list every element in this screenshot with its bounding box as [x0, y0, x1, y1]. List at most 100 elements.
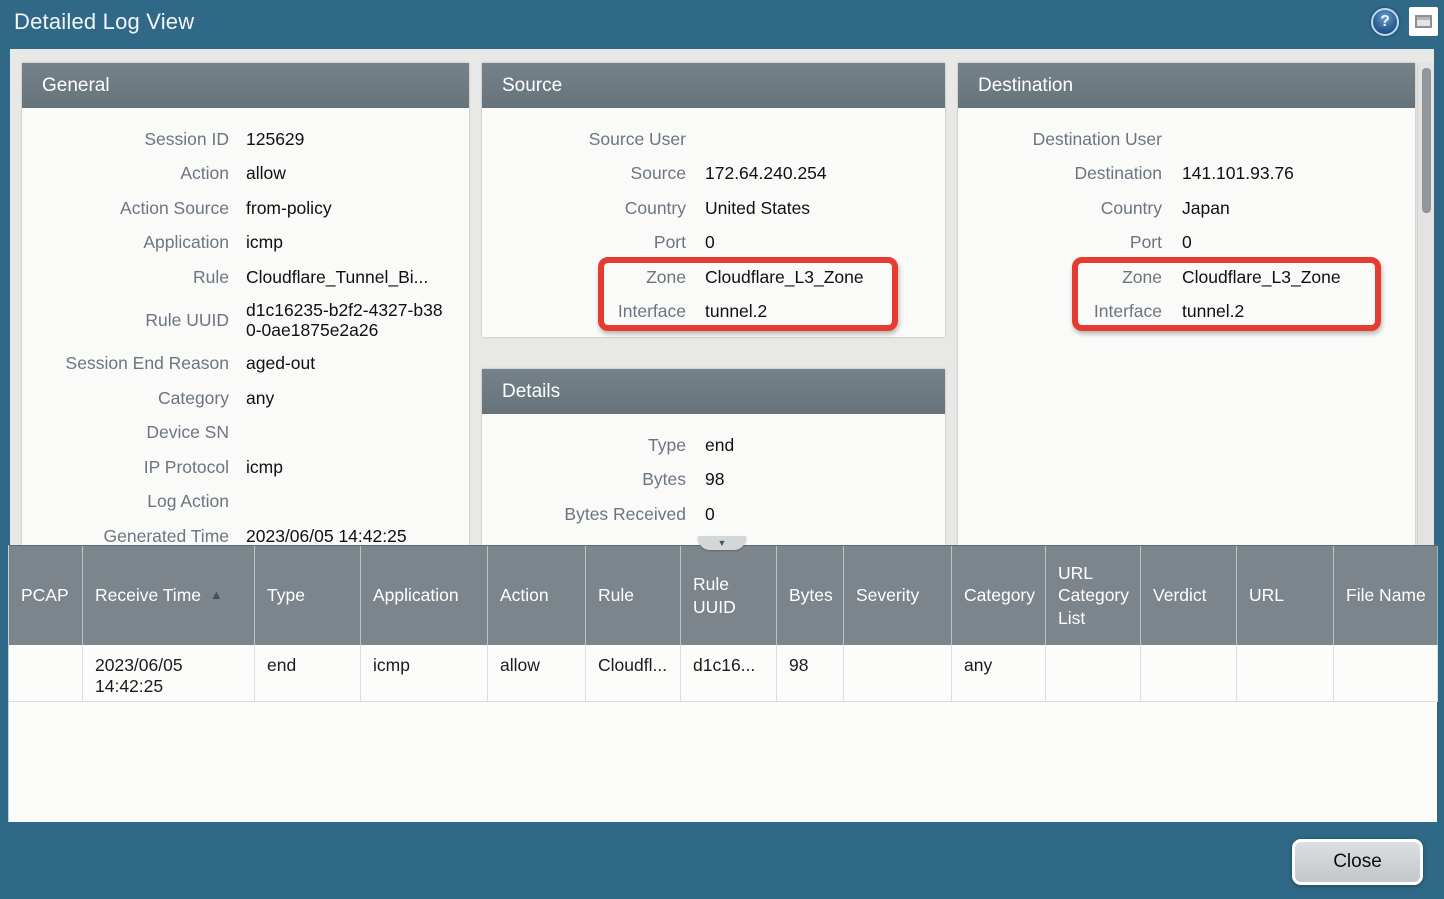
col-header-severity[interactable]: Severity — [844, 546, 952, 645]
field-value: aged-out — [246, 354, 315, 373]
field-value: Japan — [1182, 199, 1230, 218]
col-header-application[interactable]: Application — [361, 546, 488, 645]
row-source-interface: Interface tunnel.2 — [482, 295, 945, 330]
field-label: Action — [22, 164, 229, 183]
col-header-category[interactable]: Category — [952, 546, 1046, 645]
field-label: Category — [22, 389, 229, 408]
field-label: Port — [482, 233, 686, 252]
row-destination-port: Port 0 — [958, 226, 1415, 261]
field-label: Source — [482, 164, 686, 183]
field-value: 0 — [1182, 233, 1192, 252]
col-header-pcap[interactable]: PCAP — [9, 546, 83, 645]
row-destination-user: Destination User — [958, 122, 1415, 157]
col-header-rule-uuid[interactable]: Rule UUID — [681, 546, 777, 645]
field-label: Type — [482, 436, 686, 455]
field-label: IP Protocol — [22, 458, 229, 477]
col-header-label: Receive Time — [95, 584, 201, 606]
row-rule-uuid: Rule UUID d1c16235-b2f2-4327-b380-0ae187… — [22, 295, 469, 347]
cell-rule-uuid: d1c16... — [681, 645, 777, 702]
table-row[interactable]: 2023/06/05 14:42:25 end icmp allow Cloud… — [9, 645, 1437, 702]
table-header-row: PCAP Receive Time ▲ Type Application Act… — [9, 545, 1437, 645]
field-label: Rule — [22, 268, 229, 287]
field-label: Destination User — [958, 130, 1162, 149]
close-button[interactable]: Close — [1292, 839, 1423, 885]
field-value: 141.101.93.76 — [1182, 164, 1294, 183]
row-source-ip: Source 172.64.240.254 — [482, 157, 945, 192]
col-header-receive-time[interactable]: Receive Time ▲ — [83, 546, 255, 645]
cell-type: end — [255, 645, 361, 702]
field-label: Interface — [958, 302, 1162, 321]
field-value: icmp — [246, 233, 283, 252]
upper-scrollbar-thumb[interactable] — [1422, 68, 1431, 213]
log-entries-table: PCAP Receive Time ▲ Type Application Act… — [8, 545, 1437, 822]
source-panel: Source Source User Source 172.64.240.254… — [482, 63, 945, 337]
field-label: Session End Reason — [22, 354, 229, 373]
row-source-user: Source User — [482, 122, 945, 157]
help-icon[interactable]: ? — [1371, 8, 1399, 36]
col-header-url-category-list[interactable]: URL Category List — [1046, 546, 1141, 645]
field-label: Port — [958, 233, 1162, 252]
cell-receive-time: 2023/06/05 14:42:25 — [83, 645, 255, 702]
field-value: 172.64.240.254 — [705, 164, 827, 183]
field-value: tunnel.2 — [705, 302, 767, 321]
general-panel-header: General — [22, 63, 469, 108]
cell-application: icmp — [361, 645, 488, 702]
row-source-zone: Zone Cloudflare_L3_Zone — [482, 260, 945, 295]
row-application: Application icmp — [22, 226, 469, 261]
row-device-sn: Device SN — [22, 416, 469, 451]
general-panel: General Session ID 125629 Action allow A… — [22, 63, 469, 545]
field-label: Country — [958, 199, 1162, 218]
field-value: Cloudflare_Tunnel_Bi... — [246, 268, 428, 287]
cell-action: allow — [488, 645, 586, 702]
field-label: Country — [482, 199, 686, 218]
col-header-url[interactable]: URL — [1237, 546, 1334, 645]
col-header-file-name[interactable]: File Name — [1334, 546, 1438, 645]
field-value: Cloudflare_L3_Zone — [705, 268, 864, 287]
help-glyph: ? — [1380, 13, 1390, 31]
row-destination-ip: Destination 141.101.93.76 — [958, 157, 1415, 192]
row-rule: Rule Cloudflare_Tunnel_Bi... — [22, 260, 469, 295]
field-value: United States — [705, 199, 810, 218]
details-panel: Details Type end Bytes 98 Bytes Received… — [482, 369, 945, 545]
col-header-action[interactable]: Action — [488, 546, 586, 645]
row-destination-zone: Zone Cloudflare_L3_Zone — [958, 260, 1415, 295]
field-value: 2023/06/05 14:42:25 — [246, 527, 407, 545]
field-label: Destination — [958, 164, 1162, 183]
col-header-rule[interactable]: Rule — [586, 546, 681, 645]
field-label: Application — [22, 233, 229, 252]
field-value: 125629 — [246, 130, 304, 149]
row-source-port: Port 0 — [482, 226, 945, 261]
mini-window-glyph — [1415, 15, 1432, 28]
field-value: d1c16235-b2f2-4327-b380-0ae1875e2a26 — [246, 301, 446, 340]
pane-collapse-handle[interactable]: ▼ — [698, 536, 746, 550]
upper-scrollbar-track — [1417, 63, 1434, 545]
field-label: Action Source — [22, 199, 229, 218]
row-ip-protocol: IP Protocol icmp — [22, 450, 469, 485]
row-source-country: Country United States — [482, 191, 945, 226]
col-header-type[interactable]: Type — [255, 546, 361, 645]
field-label: Device SN — [22, 423, 229, 442]
row-destination-country: Country Japan — [958, 191, 1415, 226]
field-label: Zone — [482, 268, 686, 287]
row-destination-interface: Interface tunnel.2 — [958, 295, 1415, 330]
field-label: Log Action — [22, 492, 229, 511]
details-panel-header: Details — [482, 369, 945, 414]
col-header-verdict[interactable]: Verdict — [1141, 546, 1237, 645]
row-generated-time: Generated Time 2023/06/05 14:42:25 — [22, 519, 469, 545]
window-popout-icon[interactable] — [1409, 7, 1438, 36]
field-value: Cloudflare_L3_Zone — [1182, 268, 1341, 287]
row-bytes-received: Bytes Received 0 — [482, 497, 945, 532]
field-label: Interface — [482, 302, 686, 321]
source-panel-header: Source — [482, 63, 945, 108]
row-action-source: Action Source from-policy — [22, 191, 469, 226]
detailed-log-view-dialog: { "window": { "title": "Detailed Log Vie… — [0, 0, 1444, 899]
col-header-bytes[interactable]: Bytes — [777, 546, 844, 645]
field-value: 0 — [705, 505, 715, 524]
field-value: allow — [246, 164, 286, 183]
field-label: Generated Time — [22, 527, 229, 545]
field-label: Zone — [958, 268, 1162, 287]
row-bytes: Bytes 98 — [482, 463, 945, 498]
field-value: 0 — [705, 233, 715, 252]
field-label: Bytes — [482, 470, 686, 489]
field-value: tunnel.2 — [1182, 302, 1244, 321]
